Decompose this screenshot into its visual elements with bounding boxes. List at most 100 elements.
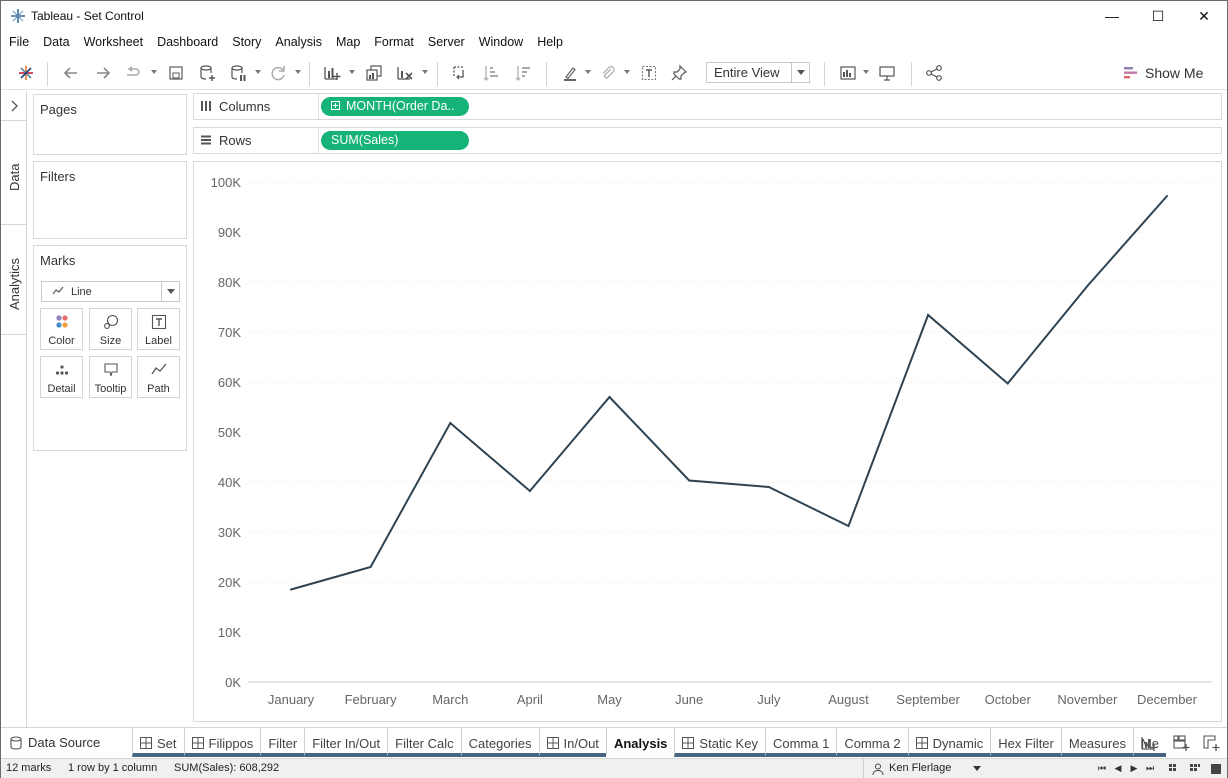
menu-analysis[interactable]: Analysis — [275, 33, 322, 53]
sort-ascending-icon[interactable] — [480, 63, 502, 83]
expand-sidebar-button[interactable] — [1, 91, 26, 121]
next-sheet-icon[interactable]: ▶ — [1129, 763, 1139, 774]
user-menu[interactable]: Ken Flerlage — [863, 759, 987, 778]
label-button[interactable]: Label — [137, 308, 180, 350]
line-point-mark[interactable] — [449, 422, 452, 424]
pin-icon[interactable] — [668, 63, 690, 83]
sheet-tab-filter-calc[interactable]: Filter Calc — [387, 728, 461, 757]
rows-shelf[interactable]: Rows SUM(Sales) — [193, 127, 1222, 154]
sheet-tab-static-key[interactable]: Static Key — [674, 728, 765, 757]
group-icon[interactable] — [597, 63, 619, 83]
new-story-tab-icon[interactable] — [1202, 734, 1220, 752]
color-button[interactable]: Color — [40, 308, 83, 350]
line-point-mark[interactable] — [528, 490, 531, 492]
menu-help[interactable]: Help — [537, 33, 563, 53]
sheet-tab-analysis[interactable]: Analysis — [605, 728, 675, 757]
tabs-view-icon[interactable] — [1190, 763, 1200, 774]
minimize-button[interactable]: — — [1089, 1, 1135, 31]
line-point-mark[interactable] — [767, 486, 770, 488]
line-point-mark[interactable] — [290, 588, 292, 591]
menu-dashboard[interactable]: Dashboard — [157, 33, 218, 53]
presentation-icon[interactable] — [876, 63, 898, 83]
detail-button[interactable]: Detail — [40, 356, 83, 398]
group-dropdown-caret[interactable] — [624, 70, 630, 74]
columns-shelf[interactable]: Columns MONTH(Order Da.. — [193, 93, 1222, 120]
line-point-mark[interactable] — [927, 314, 930, 316]
line-point-mark[interactable] — [847, 525, 850, 527]
show-labels-icon[interactable] — [638, 63, 660, 83]
sum-sales-pill[interactable]: SUM(Sales) — [321, 131, 469, 150]
show-cards-icon[interactable] — [837, 63, 859, 83]
last-sheet-icon[interactable]: ⏭ — [1145, 763, 1155, 774]
mark-type-dropdown[interactable]: Line — [41, 281, 180, 302]
menu-map[interactable]: Map — [336, 33, 360, 53]
menu-format[interactable]: Format — [374, 33, 414, 53]
new-data-source-icon[interactable] — [196, 63, 218, 83]
tableau-logo-icon[interactable] — [15, 63, 37, 83]
highlight-icon[interactable] — [559, 63, 581, 83]
highlight-dropdown-caret[interactable] — [585, 70, 591, 74]
show-me-button[interactable]: Show Me — [1123, 63, 1203, 83]
line-point-mark[interactable] — [688, 479, 691, 482]
pause-updates-icon[interactable] — [227, 63, 249, 83]
first-sheet-icon[interactable]: ⏮ — [1097, 763, 1107, 774]
menu-server[interactable]: Server — [428, 33, 465, 53]
filters-card[interactable]: Filters — [33, 161, 187, 239]
undo-icon[interactable] — [60, 63, 82, 83]
refresh-dropdown-caret[interactable] — [295, 70, 301, 74]
new-dashboard-tab-icon[interactable] — [1172, 734, 1190, 752]
expand-plus-icon[interactable] — [331, 101, 340, 110]
maximize-button[interactable]: ☐ — [1135, 1, 1181, 31]
analytics-tab[interactable]: Analytics — [1, 225, 26, 335]
close-button[interactable]: ✕ — [1181, 1, 1227, 31]
duplicate-sheet-icon[interactable] — [363, 63, 385, 83]
redo-icon[interactable] — [92, 63, 114, 83]
pause-dropdown-caret[interactable] — [255, 70, 261, 74]
share-icon[interactable] — [923, 63, 945, 83]
refresh-icon[interactable] — [267, 63, 289, 83]
new-worksheet-tab-icon[interactable] — [1140, 734, 1158, 752]
sheet-sorter-icon[interactable] — [1211, 763, 1221, 774]
clear-sheet-icon[interactable] — [394, 63, 416, 83]
new-worksheet-icon[interactable] — [321, 63, 343, 83]
fit-dropdown[interactable]: Entire View — [706, 62, 810, 83]
previous-sheet-icon[interactable]: ◀ — [1113, 763, 1123, 774]
sheet-tab-filippos[interactable]: Filippos — [183, 728, 261, 757]
menu-worksheet[interactable]: Worksheet — [84, 33, 144, 53]
sheet-tab-comma-2[interactable]: Comma 2 — [836, 728, 908, 757]
sheet-tab-filter-in-out[interactable]: Filter In/Out — [304, 728, 388, 757]
sheet-tab-dynamic[interactable]: Dynamic — [907, 728, 991, 757]
sheet-tab-in-out[interactable]: In/Out — [538, 728, 606, 757]
line-point-mark[interactable] — [369, 566, 372, 568]
sheet-tab-hex-filter[interactable]: Hex Filter — [990, 728, 1061, 757]
menu-story[interactable]: Story — [232, 33, 261, 53]
sheet-tab-comma-1[interactable]: Comma 1 — [764, 728, 837, 757]
data-tab[interactable]: Data — [1, 121, 26, 225]
sort-descending-icon[interactable] — [512, 63, 534, 83]
new-worksheet-dropdown-caret[interactable] — [349, 70, 355, 74]
menu-data[interactable]: Data — [43, 33, 69, 53]
replay-icon[interactable] — [122, 63, 144, 83]
line-point-mark[interactable] — [1166, 195, 1168, 197]
swap-rows-columns-icon[interactable] — [448, 63, 470, 83]
save-icon[interactable] — [165, 63, 187, 83]
pages-card[interactable]: Pages — [33, 94, 187, 155]
sheet-tab-categories[interactable]: Categories — [460, 728, 539, 757]
sheet-tab-measures[interactable]: Measures — [1060, 728, 1133, 757]
sales-line-chart[interactable]: 100K 90K 80K 70K 60K 50K 40K 30K 20K 10K 0K January… — [194, 162, 1221, 721]
clear-dropdown-caret[interactable] — [422, 70, 428, 74]
line-point-mark[interactable] — [1006, 382, 1009, 385]
line-point-mark[interactable] — [608, 396, 611, 398]
show-cards-dropdown-caret[interactable] — [863, 70, 869, 74]
tooltip-button[interactable]: Tooltip — [89, 356, 132, 398]
filmstrip-view-icon[interactable] — [1169, 763, 1179, 774]
data-source-tab[interactable]: Data Source — [1, 728, 131, 757]
replay-dropdown-caret[interactable] — [151, 70, 157, 74]
sheet-tab-filter[interactable]: Filter — [260, 728, 305, 757]
menu-window[interactable]: Window — [479, 33, 523, 53]
sheet-tab-set[interactable]: Set — [132, 728, 184, 757]
line-point-mark[interactable] — [1086, 285, 1089, 287]
path-button[interactable]: Path — [137, 356, 180, 398]
size-button[interactable]: Size — [89, 308, 132, 350]
month-order-date-pill[interactable]: MONTH(Order Da.. — [321, 97, 469, 116]
